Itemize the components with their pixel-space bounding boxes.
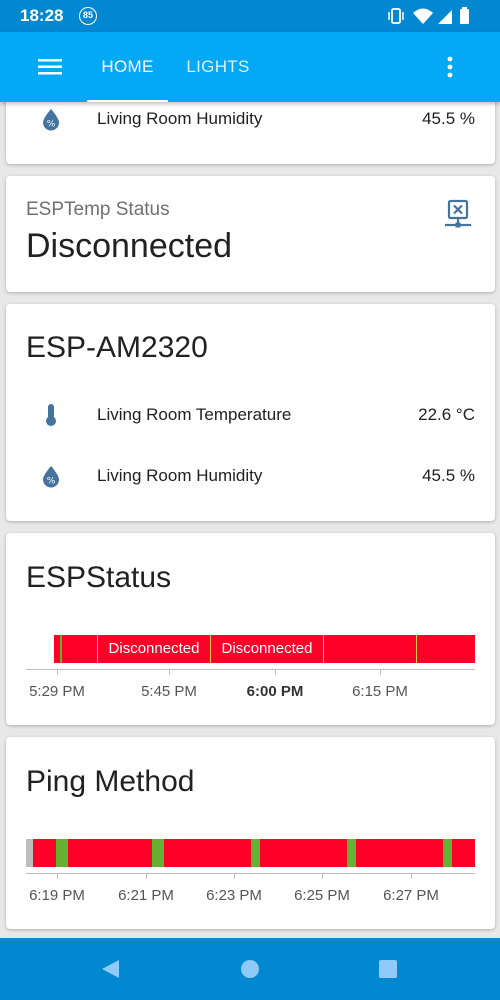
timeline-segment-on[interactable] <box>443 839 452 867</box>
entity-value: 45.5 % <box>422 466 475 485</box>
signal-icon <box>438 10 452 24</box>
more-options-icon[interactable] <box>438 54 462 80</box>
card-title: Ping Method <box>26 765 195 798</box>
axis-tick-label: 6:27 PM <box>383 887 439 904</box>
timeline-bar[interactable] <box>26 839 475 867</box>
entity-value: 45.5 % <box>422 109 475 128</box>
humidity-icon: % <box>43 109 59 131</box>
svg-text:%: % <box>47 477 56 487</box>
esp-am2320-card: ESP-AM2320 Living Room Temperature 22.6 … <box>6 304 495 521</box>
humidity-icon: % <box>43 466 59 488</box>
timeline-segment-label[interactable]: Disconnected <box>98 635 210 663</box>
card-title: ESP-AM2320 <box>26 331 208 364</box>
status-value: Disconnected <box>26 227 233 265</box>
entity-value: 22.6 °C <box>418 405 475 424</box>
timeline-axis <box>26 669 475 670</box>
vibrate-icon <box>388 8 404 24</box>
axis-tick-label: 6:00 PM <box>246 683 304 700</box>
esptemp-status-card[interactable]: ESPTemp Status Disconnected <box>6 176 495 292</box>
entity-name: Living Room Temperature <box>97 405 292 424</box>
app-toolbar: HOME LIGHTS <box>0 32 500 102</box>
entity-name: Living Room Humidity <box>97 466 263 485</box>
axis-tick <box>380 669 381 675</box>
thermometer-icon <box>46 404 56 426</box>
espstatus-history-card[interactable]: ESPStatus Disconnected Disconnected 5:29… <box>6 533 495 725</box>
entity-name: Living Room Humidity <box>97 109 263 128</box>
axis-tick-label: 6:23 PM <box>206 887 262 904</box>
tab-lights[interactable]: LIGHTS <box>180 32 256 102</box>
svg-text:%: % <box>47 120 56 130</box>
back-icon[interactable] <box>98 956 124 982</box>
system-nav-bar <box>0 938 500 1000</box>
axis-tick <box>234 873 235 879</box>
timeline-segment-on[interactable] <box>60 635 62 663</box>
axis-tick-label: 6:21 PM <box>118 887 174 904</box>
tab-home[interactable]: HOME <box>87 32 168 102</box>
menu-icon[interactable] <box>36 54 64 80</box>
status-bar: 18:28 85 <box>0 0 500 32</box>
axis-tick <box>146 873 147 879</box>
notification-badge: 85 <box>79 7 97 25</box>
entity-row-humidity[interactable]: % Living Room Humidity 45.5 % <box>6 456 495 496</box>
axis-tick-label: 5:29 PM <box>29 683 85 700</box>
axis-tick <box>57 669 58 675</box>
timeline-axis <box>26 873 475 874</box>
status-time: 18:28 <box>20 6 64 25</box>
ping-method-history-card[interactable]: Ping Method 6:19 PM 6:21 PM 6:23 PM 6:25… <box>6 737 495 929</box>
timeline-segment-divider <box>323 635 324 663</box>
timeline-segment-label[interactable]: Disconnected <box>211 635 323 663</box>
timeline-segment-on[interactable] <box>152 839 164 867</box>
axis-tick <box>411 873 412 879</box>
status-label: ESPTemp Status <box>26 199 170 220</box>
timeline-bar[interactable]: Disconnected Disconnected <box>54 635 475 663</box>
system-status-icons <box>388 7 469 24</box>
recents-icon[interactable] <box>375 956 401 982</box>
axis-tick <box>169 669 170 675</box>
axis-tick <box>322 873 323 879</box>
timeline-segment-on[interactable] <box>251 839 260 867</box>
timeline-segment-on[interactable] <box>56 839 68 867</box>
battery-icon <box>460 7 469 24</box>
axis-tick <box>57 873 58 879</box>
card-title: ESPStatus <box>26 561 172 594</box>
axis-tick-label: 6:19 PM <box>29 887 85 904</box>
entity-row-humidity[interactable]: % Living Room Humidity 45.5 % <box>6 99 495 139</box>
axis-tick-label: 5:45 PM <box>141 683 197 700</box>
axis-tick <box>275 669 276 675</box>
home-icon[interactable] <box>237 956 263 982</box>
timeline-segment-unknown[interactable] <box>26 839 33 867</box>
entity-row-temperature[interactable]: Living Room Temperature 22.6 °C <box>6 395 495 435</box>
wifi-icon <box>413 8 433 24</box>
axis-tick-label: 6:25 PM <box>294 887 350 904</box>
timeline-segment-on[interactable] <box>347 839 356 867</box>
network-disconnected-icon[interactable] <box>443 199 473 229</box>
timeline-segment-divider <box>416 635 417 663</box>
axis-tick-label: 6:15 PM <box>352 683 408 700</box>
